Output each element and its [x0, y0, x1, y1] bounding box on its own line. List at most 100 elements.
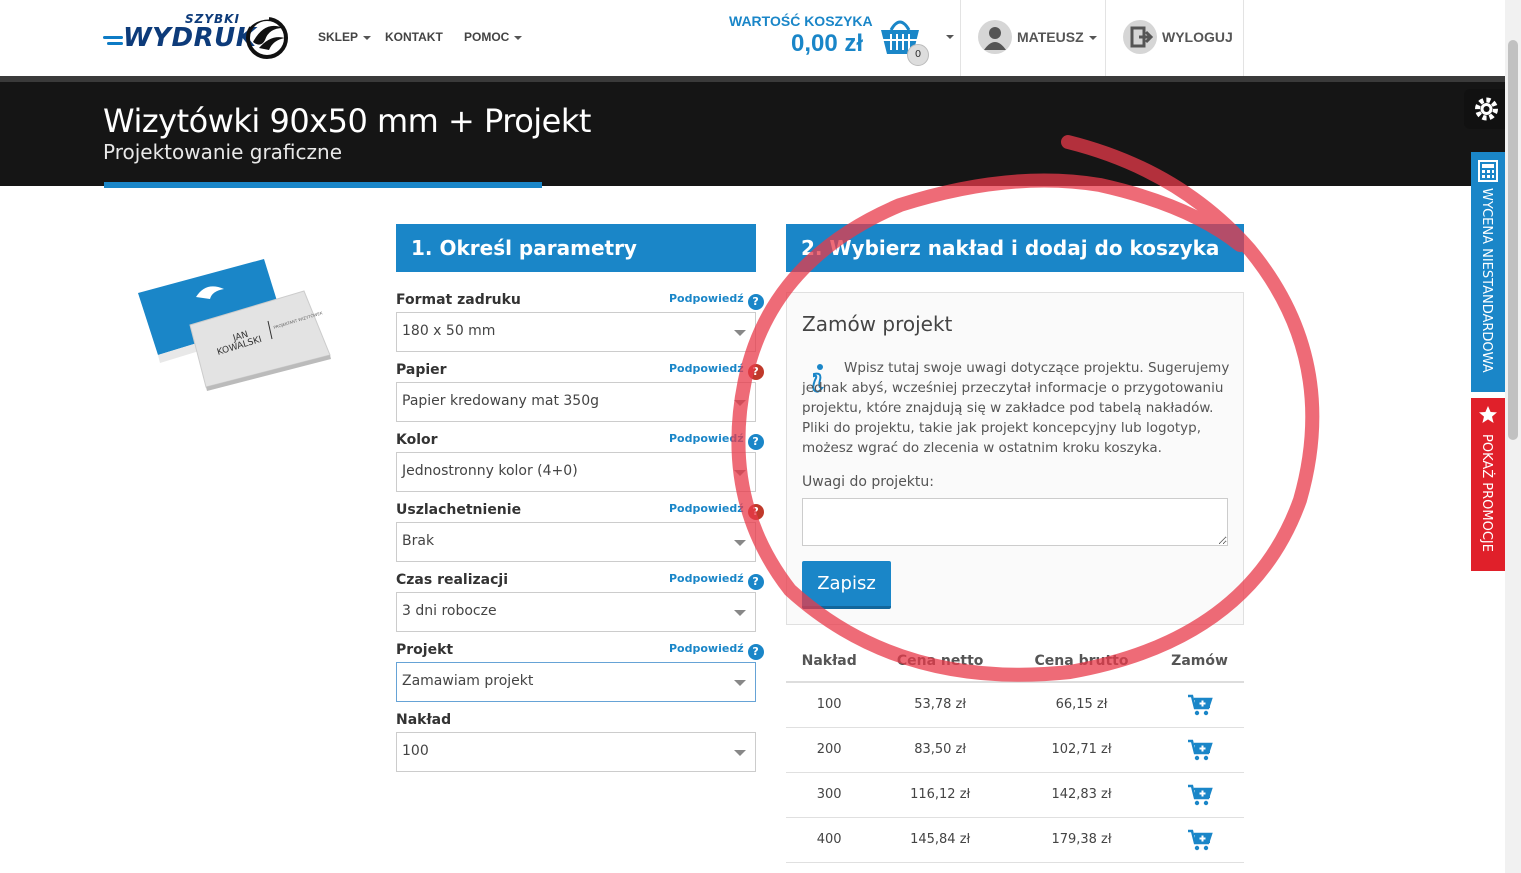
user-name: MATEUSZ: [1017, 29, 1084, 45]
chevron-down-icon: [363, 35, 372, 40]
hint-label: Podpowiedź: [669, 502, 744, 515]
hint-link[interactable]: Podpowiedź?: [669, 572, 764, 590]
cart-count-badge: 0: [907, 44, 929, 66]
select-value: Brak: [402, 533, 435, 549]
logo[interactable]: SZYBKI WYDRUK: [103, 12, 293, 62]
chevron-down-icon[interactable]: [946, 35, 954, 39]
banner-accent-bar: [104, 182, 542, 188]
table-cell: 145,84 zł: [872, 817, 1008, 863]
page: SZYBKI WYDRUK SKLEP KONTAKT POMOC WARTOŚ…: [0, 0, 1521, 873]
table-cell: 53,78 zł: [872, 682, 1008, 728]
order-project-title: Zamów projekt: [802, 312, 953, 336]
top-navbar: SZYBKI WYDRUK SKLEP KONTAKT POMOC WARTOŚ…: [0, 0, 1505, 76]
field-label: Projekt: [396, 642, 454, 658]
chevron-down-icon: [734, 330, 746, 336]
logo-emblem-icon: [246, 16, 288, 59]
hint-link[interactable]: Podpowiedź?: [669, 502, 764, 520]
chevron-down-icon: [734, 470, 746, 476]
add-to-cart-icon[interactable]: [1187, 694, 1213, 716]
select-field[interactable]: 180 x 50 mm: [396, 312, 756, 352]
promotions-tab[interactable]: POKAŻ PROMOCJE: [1471, 398, 1505, 571]
table-header: Cena netto: [872, 640, 1008, 683]
chevron-down-icon: [734, 540, 746, 546]
help-icon: ?: [747, 574, 764, 590]
chevron-down-icon: [734, 400, 746, 406]
scrollbar-thumb[interactable]: [1508, 40, 1518, 440]
chevron-down-icon: [734, 750, 746, 756]
select-value: Jednostronny kolor (4+0): [402, 463, 578, 479]
logo-main-text: WYDRUK: [123, 23, 257, 53]
add-to-cart-icon[interactable]: [1187, 739, 1213, 761]
hint-link[interactable]: Podpowiedź?: [669, 432, 764, 450]
select-field[interactable]: 100: [396, 732, 756, 772]
logout-link[interactable]: WYLOGUJ: [1162, 29, 1233, 45]
table-cell: 300: [786, 772, 873, 818]
cart-label: WARTOŚĆ KOSZYKA: [729, 13, 873, 29]
params-heading: 1. Określ parametry: [396, 224, 756, 272]
notes-label: Uwagi do projektu:: [802, 474, 934, 490]
notes-textarea[interactable]: [802, 498, 1228, 546]
help-icon: ?: [747, 364, 764, 380]
field-label: Kolor: [396, 432, 438, 448]
hint-label: Podpowiedź: [669, 572, 744, 585]
help-icon: ?: [747, 434, 764, 450]
help-icon: ?: [747, 644, 764, 660]
user-icon[interactable]: [978, 20, 1012, 54]
select-field[interactable]: Brak: [396, 522, 756, 562]
table-cell: 200: [786, 727, 873, 773]
cart-value[interactable]: 0,00 zł: [791, 30, 863, 58]
table-cell: 100: [786, 682, 873, 728]
calculator-icon: [1478, 160, 1498, 182]
table-row: 300 116,12 zł 142,83 zł: [786, 772, 1244, 818]
price-table: Nakład Cena netto Cena brutto Zamów 100 5…: [786, 640, 1244, 863]
page-subtitle: Projektowanie graficzne: [103, 140, 343, 164]
table-header: Cena brutto: [1007, 640, 1156, 683]
chevron-down-icon: [514, 35, 523, 40]
table-row: 400 145,84 zł 179,38 zł: [786, 817, 1244, 863]
table-cell: 102,71 zł: [1007, 727, 1156, 773]
nav-sklep-label: SKLEP: [318, 30, 359, 44]
select-value: 100: [402, 743, 429, 759]
page-banner: Wizytówki 90x50 mm + Projekt Projektowan…: [0, 76, 1505, 186]
help-icon: ?: [747, 294, 764, 310]
save-button[interactable]: Zapisz: [802, 561, 891, 609]
custom-quote-tab[interactable]: WYCENA NIESTANDARDOWA: [1471, 152, 1505, 392]
select-field[interactable]: 3 dni robocze: [396, 592, 756, 632]
chevron-down-icon: [734, 680, 746, 686]
nav-sklep[interactable]: SKLEP: [318, 30, 372, 44]
user-menu[interactable]: MATEUSZ: [1017, 29, 1097, 45]
hint-link[interactable]: Podpowiedź?: [669, 362, 764, 380]
divider: [960, 0, 961, 76]
select-value: 3 dni robocze: [402, 603, 497, 619]
hint-link[interactable]: Podpowiedź?: [669, 292, 764, 310]
select-field[interactable]: Zamawiam projekt: [396, 662, 756, 702]
add-to-cart-icon[interactable]: [1187, 784, 1213, 806]
add-to-cart-icon[interactable]: [1187, 829, 1213, 851]
table-header: Nakład: [786, 640, 873, 683]
table-cell: 116,12 zł: [872, 772, 1008, 818]
field-label: Czas realizacji: [396, 572, 509, 588]
hint-label: Podpowiedź: [669, 292, 744, 305]
custom-quote-label: WYCENA NIESTANDARDOWA: [1479, 188, 1494, 373]
chevron-down-icon: [734, 610, 746, 616]
logout-icon[interactable]: [1123, 20, 1157, 54]
table-cell: [1155, 772, 1244, 818]
field-label: Nakład: [396, 712, 452, 728]
table-header-row: Nakład Cena netto Cena brutto Zamów: [786, 640, 1244, 683]
hint-link[interactable]: Podpowiedź?: [669, 642, 764, 660]
logo-swoosh: [107, 42, 123, 45]
nav-kontakt-label: KONTAKT: [385, 30, 443, 44]
divider: [1105, 0, 1106, 76]
select-field[interactable]: Papier kredowany mat 350g: [396, 382, 756, 422]
page-title: Wizytówki 90x50 mm + Projekt: [103, 102, 591, 140]
nav-pomoc[interactable]: POMOC: [464, 30, 523, 44]
logo-swoosh: [103, 36, 123, 39]
table-cell: 142,83 zł: [1007, 772, 1156, 818]
settings-button[interactable]: [1464, 89, 1505, 129]
nav-kontakt[interactable]: KONTAKT: [385, 30, 443, 44]
table-cell: [1155, 817, 1244, 863]
price-table-body: 100 53,78 zł 66,15 zł 200 83,50 zł 102,71 zł 3…: [786, 682, 1244, 863]
select-field[interactable]: Jednostronny kolor (4+0): [396, 452, 756, 492]
table-cell: 66,15 zł: [1007, 682, 1156, 728]
gear-icon: [1475, 97, 1498, 121]
